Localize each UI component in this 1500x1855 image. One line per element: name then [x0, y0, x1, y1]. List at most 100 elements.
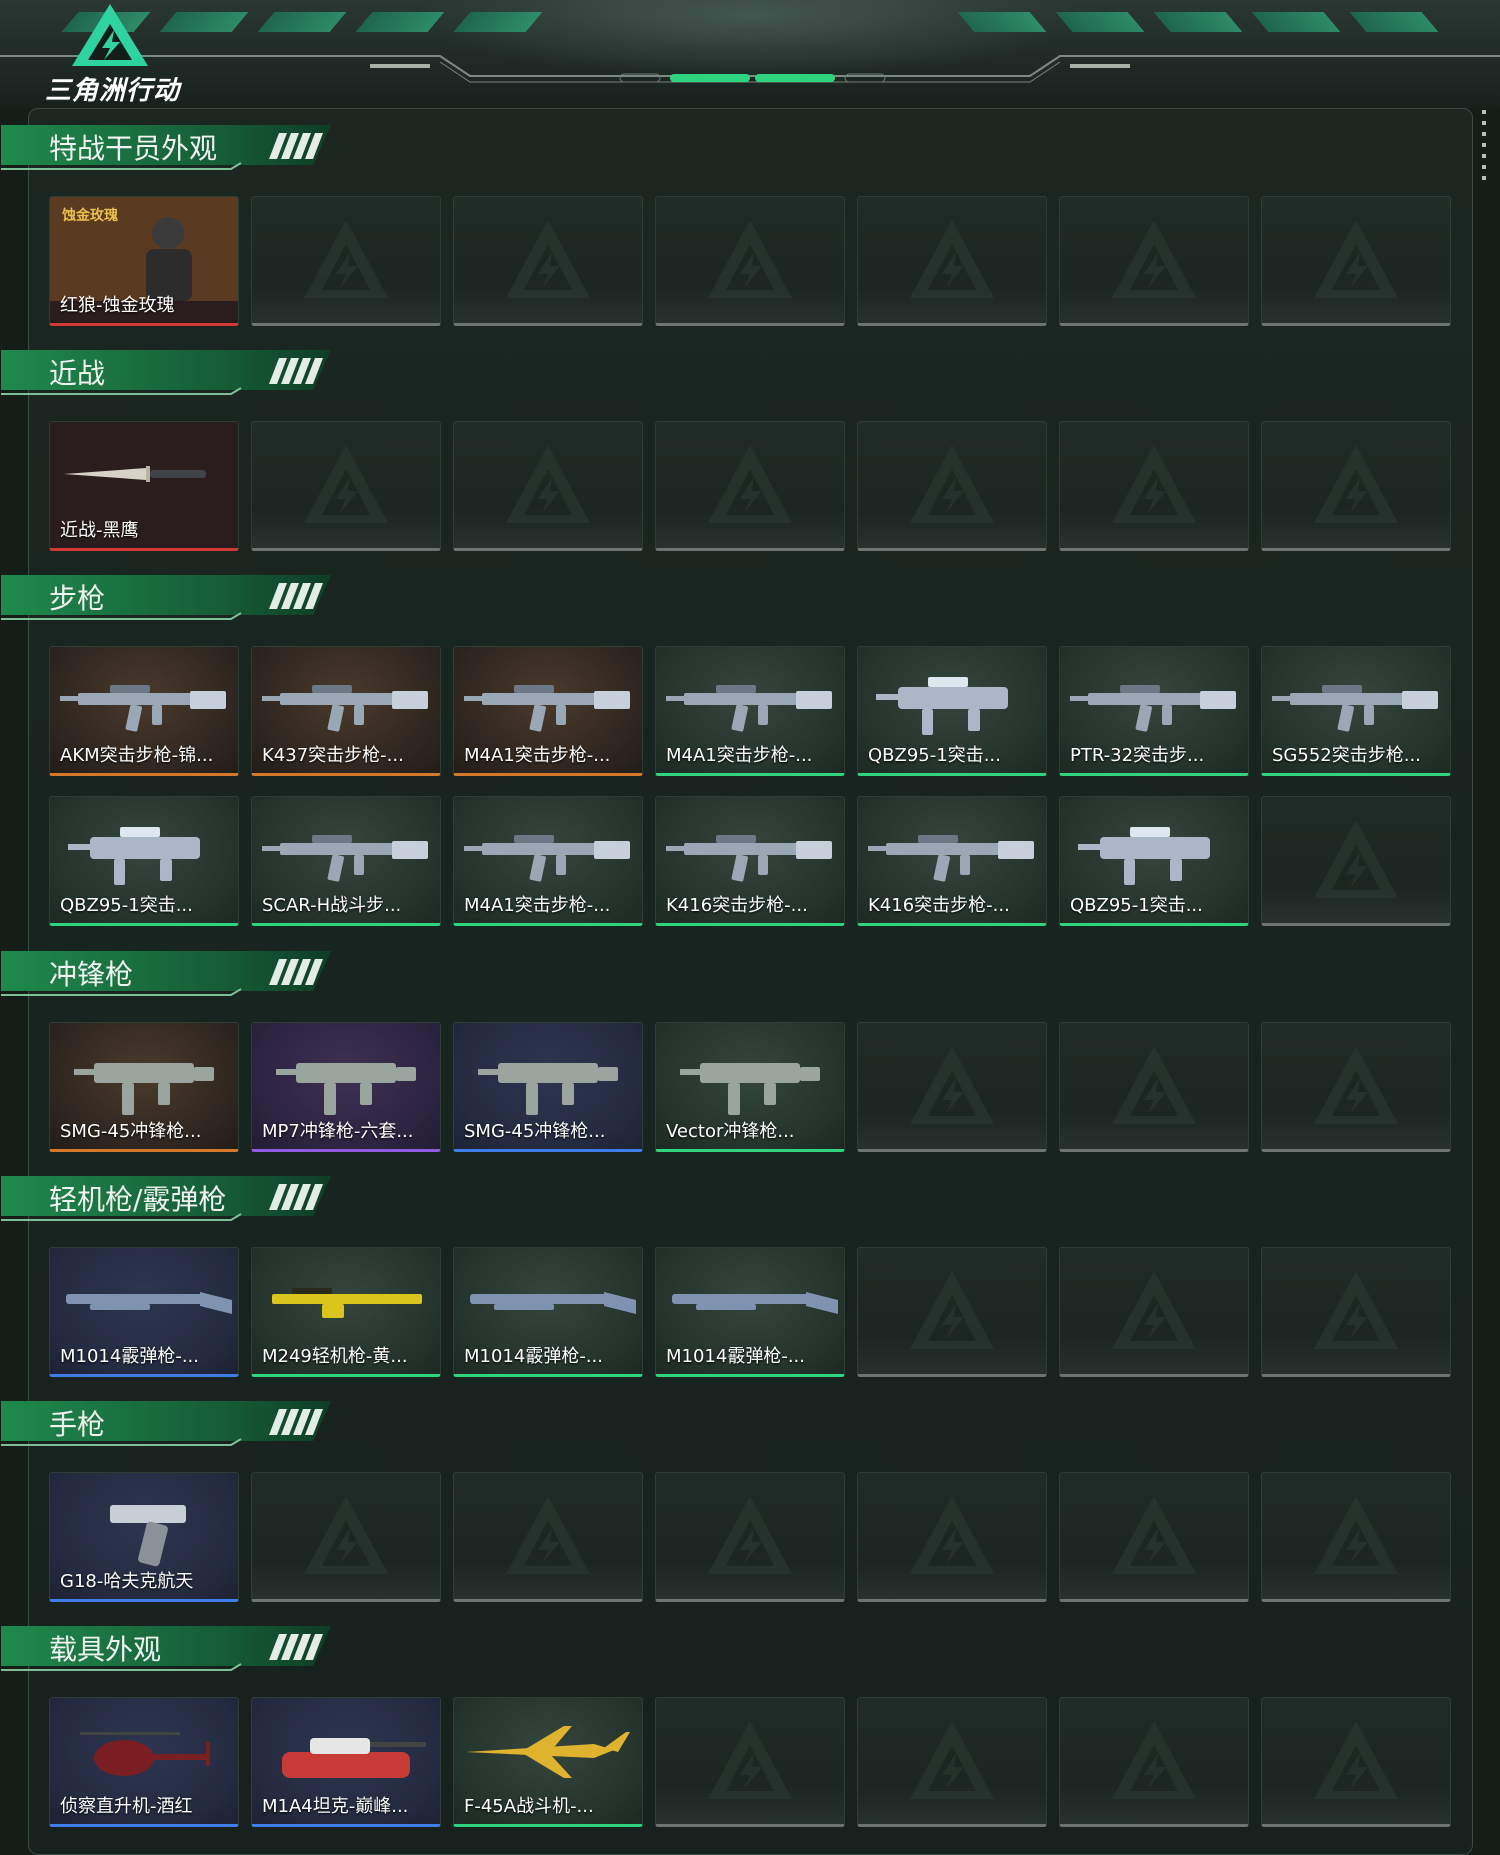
- item-label: K437突击步枪-...: [262, 745, 404, 766]
- rifle-icon: [868, 835, 1034, 882]
- delta-watermark-icon: [1314, 220, 1398, 298]
- item-card[interactable]: 蚀金玫瑰 红狼-蚀金玫瑰: [49, 196, 239, 326]
- delta-watermark-icon: [910, 1271, 994, 1349]
- delta-watermark-icon: [910, 1721, 994, 1799]
- empty-slot: [857, 1697, 1047, 1827]
- section-header-lmg-shotguns: 轻机枪/霰弹枪: [1, 1172, 331, 1222]
- section-title: 手枪: [49, 1408, 106, 1441]
- item-card[interactable]: QBZ95-1突击...: [857, 646, 1047, 776]
- item-card[interactable]: M1014霰弹枪-...: [655, 1247, 845, 1377]
- rifle-icon: [262, 835, 428, 882]
- empty-slot: [1059, 421, 1249, 551]
- delta-watermark-icon: [1112, 1721, 1196, 1799]
- shotgun-icon: [470, 1292, 636, 1314]
- delta-watermark-icon: [1314, 1721, 1398, 1799]
- skin-caption: 蚀金玫瑰: [62, 208, 118, 224]
- item-label: QBZ95-1突击...: [60, 895, 193, 916]
- bullpup-rifle-icon: [876, 677, 1008, 735]
- rifle-icon: [1272, 685, 1438, 732]
- item-label: M1014霰弹枪-...: [60, 1346, 199, 1367]
- empty-slot: [453, 196, 643, 326]
- bullpup-rifle-icon: [1078, 827, 1210, 885]
- empty-slot: [857, 1022, 1047, 1152]
- top-banner: 三角洲行动: [0, 0, 1500, 108]
- empty-slot: [1059, 1697, 1249, 1827]
- item-card[interactable]: SMG-45冲锋枪...: [49, 1022, 239, 1152]
- delta-watermark-icon: [1314, 445, 1398, 523]
- banner-frame: [0, 55, 1500, 83]
- empty-slot: [655, 1472, 845, 1602]
- item-card[interactable]: MP7冲锋枪-六套...: [251, 1022, 441, 1152]
- delta-watermark-icon: [708, 445, 792, 523]
- lmg-icon: [272, 1288, 422, 1318]
- item-card[interactable]: SCAR-H战斗步...: [251, 796, 441, 926]
- delta-watermark-icon: [506, 220, 590, 298]
- empty-slot: [1261, 421, 1451, 551]
- shotgun-icon: [66, 1292, 232, 1314]
- empty-slot: [453, 421, 643, 551]
- section-header-smgs: 冲锋枪: [1, 947, 331, 997]
- empty-slot: [1261, 1697, 1451, 1827]
- tank-icon: [282, 1738, 426, 1778]
- item-card[interactable]: M4A1突击步枪-...: [453, 646, 643, 776]
- section-header-rifles: 步枪: [1, 571, 331, 621]
- item-card[interactable]: 近战-黑鹰: [49, 421, 239, 551]
- section-title: 轻机枪/霰弹枪: [49, 1183, 227, 1216]
- item-card[interactable]: K437突击步枪-...: [251, 646, 441, 776]
- section-header-operator-skins: 特战干员外观: [1, 121, 331, 171]
- item-card[interactable]: SG552突击步枪...: [1261, 646, 1451, 776]
- section-header-melee: 近战: [1, 346, 331, 396]
- item-card[interactable]: AKM突击步枪-锦...: [49, 646, 239, 776]
- delta-watermark-icon: [506, 445, 590, 523]
- smg-icon: [680, 1063, 820, 1115]
- item-card[interactable]: G18-哈夫克航天: [49, 1472, 239, 1602]
- item-label: QBZ95-1突击...: [868, 745, 1001, 766]
- item-card[interactable]: M1014霰弹枪-...: [453, 1247, 643, 1377]
- item-card[interactable]: QBZ95-1突击...: [49, 796, 239, 926]
- item-card[interactable]: QBZ95-1突击...: [1059, 796, 1249, 926]
- rifle-icon: [666, 685, 832, 732]
- item-label: 近战-黑鹰: [60, 520, 139, 541]
- section-header-vehicles: 载具外观: [1, 1622, 331, 1672]
- delta-watermark-icon: [1314, 1046, 1398, 1124]
- item-label: 侦察直升机-酒红: [60, 1796, 193, 1817]
- smg-icon: [478, 1063, 618, 1115]
- delta-watermark-icon: [1112, 1271, 1196, 1349]
- game-title: 三角洲行动: [45, 76, 181, 106]
- item-card[interactable]: M1014霰弹枪-...: [49, 1247, 239, 1377]
- item-card[interactable]: M1A4坦克-巅峰...: [251, 1697, 441, 1827]
- item-label: M1014霰弹枪-...: [666, 1346, 805, 1367]
- item-card[interactable]: K416突击步枪-...: [857, 796, 1047, 926]
- empty-slot: [251, 196, 441, 326]
- empty-slot: [655, 196, 845, 326]
- empty-slot: [251, 421, 441, 551]
- empty-slot: [1261, 1022, 1451, 1152]
- empty-slot: [655, 1697, 845, 1827]
- item-card[interactable]: K416突击步枪-...: [655, 796, 845, 926]
- item-label: Vector冲锋枪...: [666, 1121, 795, 1142]
- empty-slot: [251, 1472, 441, 1602]
- rifle-icon: [464, 835, 630, 882]
- item-card[interactable]: M4A1突击步枪-...: [655, 646, 845, 776]
- item-label: SG552突击步枪...: [1272, 745, 1421, 766]
- pistol-icon: [110, 1505, 186, 1567]
- empty-slot: [1059, 1022, 1249, 1152]
- scrollbar[interactable]: [1482, 110, 1486, 180]
- item-card[interactable]: M249轻机枪-黄...: [251, 1247, 441, 1377]
- item-card[interactable]: PTR-32突击步...: [1059, 646, 1249, 776]
- item-label: M249轻机枪-黄...: [262, 1346, 408, 1367]
- section-title: 步枪: [49, 582, 106, 615]
- jet-icon: [466, 1726, 630, 1778]
- item-label: M1A4坦克-巅峰...: [262, 1796, 409, 1817]
- item-card[interactable]: 侦察直升机-酒红: [49, 1697, 239, 1827]
- empty-slot: [857, 196, 1047, 326]
- rifle-icon: [666, 835, 832, 882]
- item-label: K416突击步枪-...: [868, 895, 1010, 916]
- bullpup-rifle-icon: [68, 827, 200, 885]
- item-card[interactable]: SMG-45冲锋枪...: [453, 1022, 643, 1152]
- item-card[interactable]: Vector冲锋枪...: [655, 1022, 845, 1152]
- item-label: MP7冲锋枪-六套...: [262, 1121, 414, 1142]
- collection-panel[interactable]: 特战干员外观 蚀金玫瑰 红狼-蚀金玫瑰 近战 近战-黑鹰 步枪 AKM突击步枪-…: [1, 108, 1473, 1855]
- item-card[interactable]: F-45A战斗机-...: [453, 1697, 643, 1827]
- item-card[interactable]: M4A1突击步枪-...: [453, 796, 643, 926]
